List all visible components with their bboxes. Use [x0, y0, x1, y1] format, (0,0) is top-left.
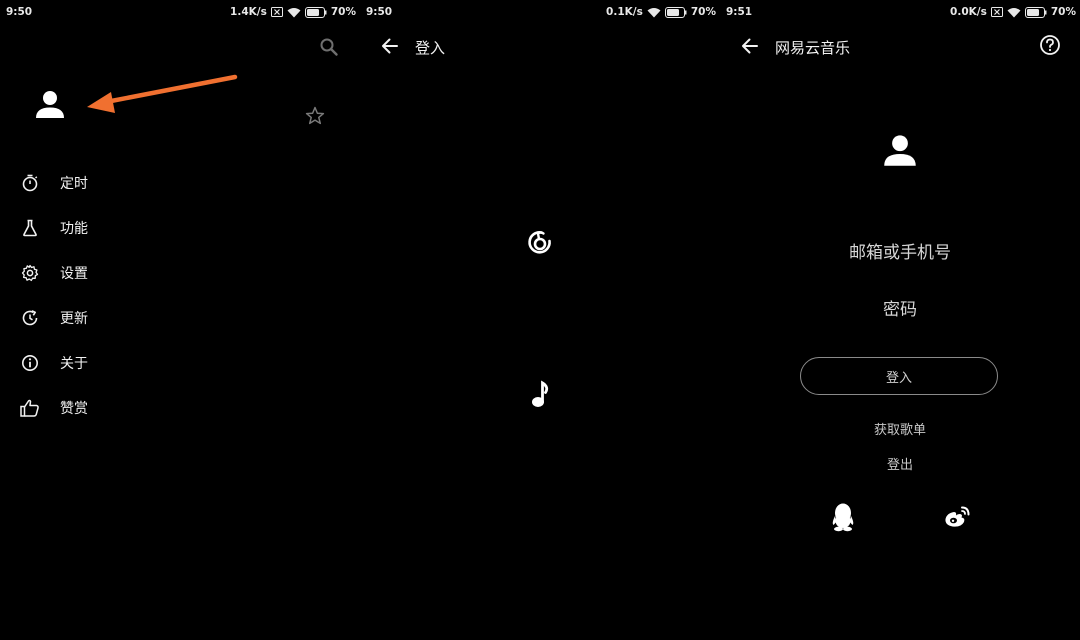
annotation-arrow-icon [87, 74, 238, 113]
battery-icon [304, 6, 327, 18]
netease-login-panel: 9:51 0.0K/s 70% 网易云音乐 邮箱或手机号 密码 登入 获取歌单 … [720, 0, 1080, 640]
email-field[interactable]: 邮箱或手机号 [720, 238, 1080, 263]
star-icon[interactable] [303, 104, 327, 128]
help-icon[interactable] [1038, 33, 1062, 57]
status-time: 9:50 [6, 6, 33, 18]
network-speed: 0.1K/s [606, 6, 643, 18]
get-playlist-link[interactable]: 获取歌单 [720, 419, 1080, 438]
update-icon [20, 308, 40, 328]
drawer-panel: 9:50 1.4K/s 70% 定时 功能 设置 更新 关于 赞赏 [0, 0, 360, 640]
netease-music-icon[interactable] [524, 226, 556, 258]
menu-item-timer[interactable]: 定时 [20, 168, 220, 198]
gear-icon [20, 263, 40, 283]
status-time: 9:51 [726, 6, 753, 18]
status-bar: 9:50 0.1K/s 70% [360, 0, 720, 26]
flask-icon [20, 218, 40, 238]
wifi-icon [287, 7, 301, 18]
login-choice-panel: 9:50 0.1K/s 70% 登入 [360, 0, 720, 640]
network-speed: 0.0K/s [950, 6, 987, 18]
battery-percent: 70% [1050, 6, 1076, 18]
battery-icon [1024, 6, 1047, 18]
thumbs-up-icon [20, 398, 40, 418]
back-arrow-icon[interactable] [738, 34, 762, 58]
wifi-icon [647, 7, 661, 18]
logout-link[interactable]: 登出 [720, 454, 1080, 473]
wifi-icon [1007, 7, 1021, 18]
page-title: 登入 [415, 39, 446, 57]
status-indicators: 1.4K/s 70% [230, 6, 356, 18]
status-time: 9:50 [366, 6, 393, 18]
info-icon [20, 353, 40, 373]
menu-item-label: 定时 [60, 176, 88, 192]
music-note-icon[interactable] [526, 377, 554, 411]
battery-icon [664, 6, 687, 18]
menu-item-settings[interactable]: 设置 [20, 258, 220, 288]
avatar-icon[interactable] [32, 86, 68, 122]
sim-x-icon [270, 7, 283, 17]
menu-item-label: 更新 [60, 311, 88, 327]
search-icon[interactable] [317, 35, 341, 59]
timer-icon [20, 173, 40, 193]
menu-item-label: 设置 [60, 266, 88, 282]
sim-x-icon [990, 7, 1003, 17]
page-title: 网易云音乐 [775, 39, 851, 57]
status-indicators: 0.0K/s 70% [950, 6, 1076, 18]
login-button[interactable]: 登入 [800, 357, 998, 395]
password-field[interactable]: 密码 [720, 295, 1080, 320]
weibo-icon[interactable] [942, 503, 972, 531]
menu-item-label: 赞赏 [60, 401, 88, 417]
menu-item-label: 关于 [60, 356, 88, 372]
menu-item-update[interactable]: 更新 [20, 303, 220, 333]
status-bar: 9:50 1.4K/s 70% [0, 0, 360, 26]
battery-percent: 70% [330, 6, 356, 18]
status-indicators: 0.1K/s 70% [606, 6, 716, 18]
qq-icon[interactable] [829, 501, 857, 533]
back-arrow-icon[interactable] [378, 34, 402, 58]
status-bar: 9:51 0.0K/s 70% [720, 0, 1080, 26]
menu-item-appreciate[interactable]: 赞赏 [20, 393, 220, 423]
network-speed: 1.4K/s [230, 6, 267, 18]
battery-percent: 70% [690, 6, 716, 18]
menu-item-about[interactable]: 关于 [20, 348, 220, 378]
avatar-icon [880, 130, 920, 170]
menu-item-features[interactable]: 功能 [20, 213, 220, 243]
menu-item-label: 功能 [60, 221, 88, 237]
